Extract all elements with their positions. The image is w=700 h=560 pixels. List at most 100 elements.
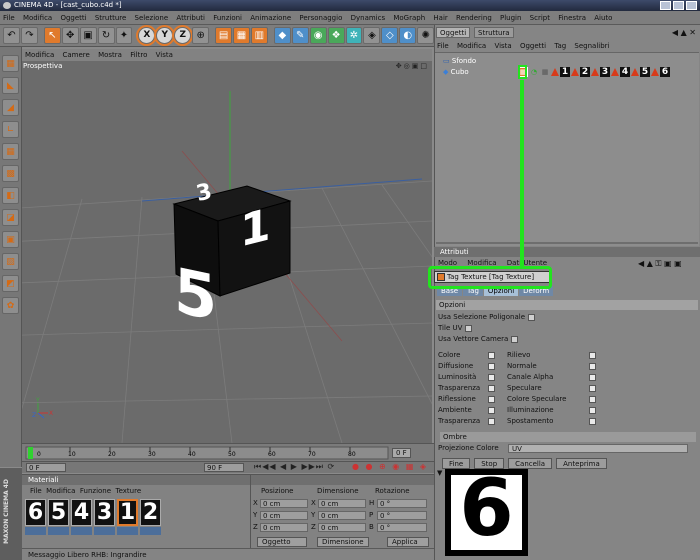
render-settings-icon[interactable]: ▥ — [250, 27, 268, 44]
size-z-field[interactable]: 0 cm — [318, 523, 366, 532]
position-z-field[interactable]: 0 cm — [260, 523, 308, 532]
frame-end-field[interactable]: 90 F — [204, 463, 244, 472]
make-editable-icon[interactable]: ▦ — [2, 55, 19, 72]
tab-oggetti[interactable]: Oggetti — [436, 27, 471, 38]
viewport-nav-icons[interactable]: ✥◎▣□ — [396, 62, 429, 70]
channel-check-right[interactable]: Speculare — [507, 383, 542, 393]
deformer-icon[interactable]: ◈ — [363, 27, 381, 44]
om-menu-oggetti[interactable]: Oggetti — [517, 42, 549, 50]
material-tile[interactable]: 6 — [25, 499, 46, 526]
polygon-selection-tag-icon[interactable] — [631, 67, 639, 76]
option-checkbox[interactable] — [528, 313, 536, 321]
panel-controls[interactable]: ◀ ▲ ✕ — [672, 27, 696, 38]
nurbs-icon[interactable]: ◉ — [309, 27, 327, 44]
option-tile-uv[interactable]: Tile UV — [438, 323, 473, 333]
timeline[interactable]: 0 10 20 30 40 50 60 70 80 0 F — [22, 443, 434, 461]
channel-checkbox[interactable] — [488, 418, 495, 425]
material-menu-funzione[interactable]: Funzione — [80, 487, 111, 495]
spline-pen-icon[interactable]: ✎ — [291, 27, 309, 44]
menu-finestra[interactable]: Finestra — [555, 11, 589, 24]
channel-checkbox[interactable] — [589, 418, 596, 425]
polygon-selection-tag-icon[interactable] — [611, 67, 619, 76]
om-menu-modifica[interactable]: Modifica — [454, 42, 489, 50]
texture-mode-icon[interactable]: ∟ — [2, 121, 19, 138]
polygon-selection-tag-icon[interactable] — [591, 67, 599, 76]
y-axis-lock-icon[interactable]: Y — [156, 27, 174, 44]
channel-checkbox[interactable] — [589, 374, 596, 381]
polygon-selection-tag-icon[interactable] — [571, 67, 579, 76]
menu-aiuto[interactable]: Aiuto — [591, 11, 615, 24]
option-checkbox[interactable] — [511, 335, 519, 343]
panel-divider[interactable] — [436, 242, 698, 244]
material-tag-icon[interactable]: 5 — [640, 66, 650, 77]
expand-arrow-icon[interactable]: ▼ — [437, 469, 442, 477]
maximize-button[interactable] — [673, 1, 684, 10]
attr-nav-icons[interactable]: ◀ ▲ ⚿ ▣ ▣ — [634, 258, 686, 269]
channel-checkbox[interactable] — [589, 407, 596, 414]
scale-icon[interactable]: ▣ — [79, 27, 97, 44]
menu-attributi[interactable]: Attributi — [173, 11, 208, 24]
apply-button[interactable]: Applica — [387, 537, 429, 547]
rotation-b-field[interactable]: 0 ° — [377, 523, 427, 532]
channel-check-left[interactable]: Colore — [438, 350, 460, 360]
polygon-selection-tag-icon[interactable] — [551, 67, 559, 76]
position-y-field[interactable]: 0 cm — [260, 511, 308, 520]
channel-check-left[interactable]: Diffusione — [438, 361, 473, 371]
z-axis-lock-icon[interactable]: Z — [174, 27, 192, 44]
projection-dropdown[interactable]: UV — [508, 444, 688, 453]
object-mode-icon[interactable]: ◢ — [2, 99, 19, 116]
channel-checkbox[interactable] — [488, 352, 495, 359]
mograph-cloner-icon[interactable]: ✲ — [345, 27, 363, 44]
size-x-field[interactable]: 0 cm — [318, 499, 366, 508]
move-icon[interactable]: ✥ — [61, 27, 79, 44]
redo-icon[interactable]: ↷ — [20, 27, 38, 44]
channel-checkbox[interactable] — [488, 385, 495, 392]
uv-mode-icon[interactable]: ▣ — [2, 231, 19, 248]
dimension-mode-dropdown[interactable]: Dimensione — [317, 537, 369, 547]
om-menu-vista[interactable]: Vista — [491, 42, 514, 50]
option-polygon-selection[interactable]: Usa Selezione Poligonale — [438, 312, 536, 322]
record-controls[interactable]: ● ● ⊕ ◉ ▦ ◈ — [352, 462, 428, 471]
om-menu-segnalibri[interactable]: Segnalibri — [571, 42, 612, 50]
channel-checkbox[interactable] — [488, 407, 495, 414]
object-row-cubo[interactable]: ◆ Cubo — [443, 67, 469, 77]
scene-icon[interactable]: ◇ — [381, 27, 399, 44]
undo-icon[interactable]: ↶ — [3, 27, 20, 44]
viewport-menu-camere[interactable]: Camere — [60, 51, 93, 59]
menu-plugin[interactable]: Plugin — [497, 11, 524, 24]
phong-tag-icon[interactable]: ◔ — [529, 67, 539, 77]
close-button[interactable] — [686, 1, 697, 10]
camera-icon[interactable]: ◐ — [399, 27, 417, 44]
material-tag-icon[interactable]: 3 — [600, 66, 610, 77]
material-tag-icon[interactable]: 2 — [580, 66, 590, 77]
channel-checkbox[interactable] — [488, 374, 495, 381]
workplane-icon[interactable]: ▦ — [2, 143, 19, 160]
channel-checkbox[interactable] — [589, 396, 596, 403]
viewport-menu-vista[interactable]: Vista — [153, 51, 176, 59]
polygon-selection-tag-icon[interactable] — [651, 67, 659, 76]
size-y-field[interactable]: 0 cm — [318, 511, 366, 520]
channel-checkbox[interactable] — [589, 352, 596, 359]
cube-primitive-icon[interactable]: ◆ — [273, 27, 291, 44]
channel-check-left[interactable]: Trasparenza — [438, 383, 480, 393]
material-menu-file[interactable]: File — [30, 487, 42, 495]
uvw-tag-icon[interactable]: ▦ — [540, 67, 550, 77]
viewport-menu-mostra[interactable]: Mostra — [95, 51, 125, 59]
channel-checkbox[interactable] — [589, 385, 596, 392]
channel-check-right[interactable]: Canale Alpha — [507, 372, 553, 382]
preview-button[interactable]: Anteprima — [556, 458, 607, 469]
rotate-icon[interactable]: ↻ — [97, 27, 115, 44]
point-mode-icon[interactable]: ▩ — [2, 165, 19, 182]
material-tile[interactable]: 2 — [140, 499, 161, 526]
channel-checkbox[interactable] — [488, 396, 495, 403]
option-camera-vector[interactable]: Usa Vettore Camera — [438, 334, 519, 344]
channel-check-left[interactable]: Trasparenza — [438, 416, 480, 426]
channel-check-left[interactable]: Ambiente — [438, 405, 472, 415]
menu-funzioni[interactable]: Funzioni — [210, 11, 245, 24]
tweak-icon[interactable]: ◩ — [2, 275, 19, 292]
position-x-field[interactable]: 0 cm — [260, 499, 308, 508]
cancel-button[interactable]: Cancella — [508, 458, 553, 469]
polygon-mode-icon[interactable]: ◪ — [2, 209, 19, 226]
menu-hair[interactable]: Hair — [430, 11, 450, 24]
material-menu-modifica[interactable]: Modifica — [46, 487, 75, 495]
